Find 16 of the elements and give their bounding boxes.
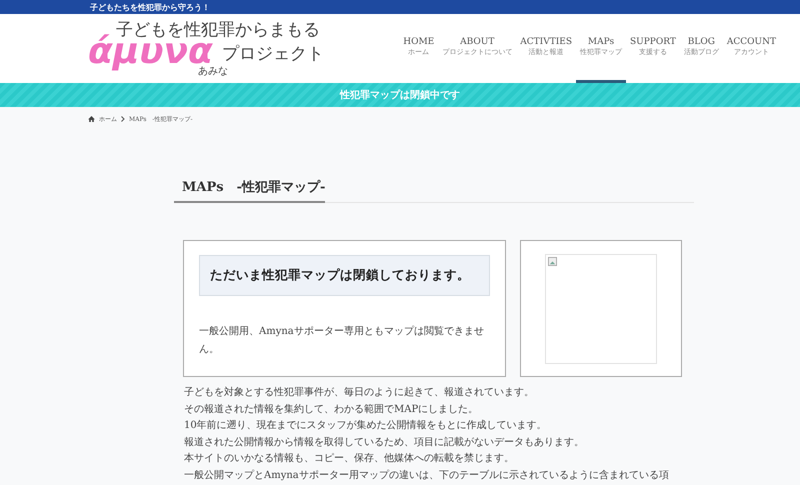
body-text: 10年前に遡り、現在までにスタッフが集めた公開情報をもとに作成しています。 <box>184 418 548 433</box>
logo[interactable]: 子どもを性犯罪からまもる άμυνα プロジェクト あみな <box>88 18 328 80</box>
body-text: その報道された情報を集約して、わかる範囲でMAPにしました。 <box>184 402 480 416</box>
tagline: 子どもたちを性犯罪から守ろう！ <box>90 3 210 11</box>
page-title: MAPs -性犯罪マップ- <box>174 178 326 203</box>
closed-heading: ただいま性犯罪マップは閉鎖しております。 <box>199 255 490 296</box>
body-text: 本サイトのいかなる情報も、コピー、保存、他媒体への転載を禁じます。 <box>184 452 515 466</box>
home-icon <box>88 116 95 122</box>
body-text: 報道された公開情報から情報を取得しているため、項目に記載がないデータもあります。 <box>184 436 585 450</box>
closed-text: 一般公開用、Amynaサポーター専用ともマップは閲覧できません。 <box>199 324 485 357</box>
body-text: 子どもを対象とする性犯罪事件が、毎日のように起きて、報道されています。 <box>184 386 535 400</box>
logo-suffix: プロジェクト <box>222 46 324 62</box>
notice-banner: 性犯罪マップは閉鎖中です <box>0 83 800 107</box>
body-text: 一般公開マップとAmynaサポーター用マップの違いは、下のテーブルに示されているように含まれている項 <box>184 468 670 482</box>
chevron-icon <box>121 116 125 122</box>
broken-image-icon <box>548 257 557 266</box>
